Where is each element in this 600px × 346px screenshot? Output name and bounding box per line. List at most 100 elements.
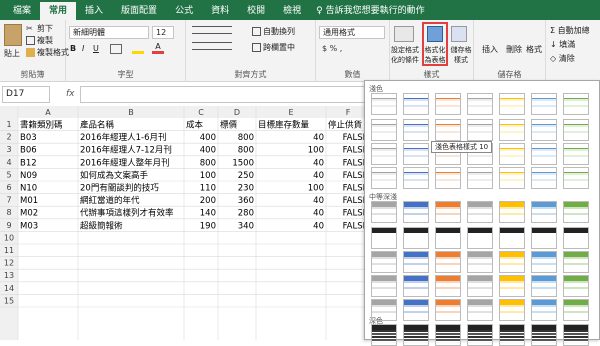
data-cell[interactable]: 250 bbox=[238, 171, 254, 181]
table-style-medium[interactable] bbox=[563, 299, 589, 321]
italic-button[interactable]: I bbox=[82, 44, 84, 53]
tell-me-search[interactable]: ♀ 告訴我您想要執行的動作 bbox=[316, 2, 424, 20]
tab-7[interactable]: 檢視 bbox=[274, 2, 310, 20]
fill-button[interactable]: ↓ 填滿 bbox=[550, 39, 575, 50]
data-cell[interactable]: 100 bbox=[308, 146, 324, 156]
table-style-dark[interactable] bbox=[435, 324, 461, 346]
header-cell[interactable]: 標價 bbox=[220, 120, 238, 131]
row-header-9[interactable]: 9 bbox=[6, 221, 11, 230]
table-style-medium[interactable] bbox=[403, 251, 429, 273]
table-style-medium[interactable] bbox=[499, 201, 525, 223]
table-style-light[interactable] bbox=[403, 143, 429, 165]
tab-3[interactable]: 版面配置 bbox=[112, 2, 166, 20]
table-style-light[interactable] bbox=[563, 93, 589, 115]
tab-5[interactable]: 資料 bbox=[202, 2, 238, 20]
table-style-medium[interactable] bbox=[403, 227, 429, 249]
currency-icon[interactable]: $ % , bbox=[322, 44, 342, 53]
underline-button[interactable]: U bbox=[93, 44, 99, 53]
data-cell[interactable]: 超級簡報術 bbox=[80, 220, 123, 231]
conditional-format-button[interactable]: 設定格式化的條件 bbox=[390, 45, 420, 65]
number-format-dropdown[interactable]: 通用格式 bbox=[319, 26, 385, 39]
column-header-C[interactable]: C bbox=[198, 108, 204, 117]
table-style-medium[interactable] bbox=[531, 251, 557, 273]
table-style-medium[interactable] bbox=[435, 201, 461, 223]
table-style-medium[interactable] bbox=[403, 201, 429, 223]
row-header-5[interactable]: 5 bbox=[6, 170, 11, 179]
bold-button[interactable]: B bbox=[70, 44, 76, 53]
data-cell[interactable]: 2016年經理人整年月刊 bbox=[80, 157, 170, 168]
table-style-light[interactable] bbox=[467, 119, 493, 141]
table-style-medium[interactable] bbox=[531, 201, 557, 223]
table-style-medium[interactable] bbox=[499, 227, 525, 249]
table-style-dark[interactable] bbox=[531, 324, 557, 346]
tab-2[interactable]: 插入 bbox=[76, 2, 112, 20]
column-header-A[interactable]: A bbox=[45, 108, 51, 117]
table-style-medium[interactable] bbox=[403, 275, 429, 297]
data-cell[interactable]: 200 bbox=[200, 196, 216, 206]
data-cell[interactable]: 400 bbox=[200, 133, 216, 143]
table-style-medium[interactable] bbox=[371, 201, 397, 223]
table-style-medium[interactable] bbox=[467, 251, 493, 273]
data-cell[interactable]: M02 bbox=[20, 209, 38, 219]
table-style-light[interactable] bbox=[499, 93, 525, 115]
table-style-dark[interactable] bbox=[467, 324, 493, 346]
row-header-14[interactable]: 14 bbox=[4, 284, 14, 293]
table-style-light[interactable] bbox=[403, 93, 429, 115]
tab-0[interactable]: 檔案 bbox=[4, 2, 40, 20]
table-style-medium[interactable] bbox=[499, 275, 525, 297]
table-style-medium[interactable] bbox=[531, 275, 557, 297]
row-header-11[interactable]: 11 bbox=[4, 246, 14, 255]
data-cell[interactable]: 1500 bbox=[232, 158, 254, 168]
font-size-dropdown[interactable]: 12 bbox=[152, 26, 174, 39]
row-header-15[interactable]: 15 bbox=[4, 296, 14, 305]
data-cell[interactable]: 40 bbox=[313, 158, 324, 168]
insert-button[interactable]: 插入 bbox=[482, 44, 498, 55]
fill-color-icon[interactable] bbox=[132, 44, 144, 54]
data-cell[interactable]: 如何成為文案高手 bbox=[80, 170, 149, 181]
data-cell[interactable]: 40 bbox=[313, 133, 324, 143]
cut-button[interactable]: ✂ 剪下 bbox=[26, 23, 53, 34]
font-name-dropdown[interactable]: 新細明體 bbox=[69, 26, 149, 39]
row-header-13[interactable]: 13 bbox=[4, 271, 14, 280]
copy-button[interactable]: 複製 bbox=[26, 35, 53, 46]
conditional-format-icon[interactable] bbox=[394, 26, 414, 42]
function-icon[interactable]: fx bbox=[66, 89, 75, 99]
data-cell[interactable]: 230 bbox=[238, 184, 254, 194]
column-header-E[interactable]: E bbox=[288, 108, 293, 117]
table-style-light[interactable] bbox=[499, 143, 525, 165]
table-style-medium[interactable] bbox=[563, 201, 589, 223]
table-style-medium[interactable] bbox=[371, 227, 397, 249]
table-style-medium[interactable] bbox=[531, 299, 557, 321]
data-cell[interactable]: 280 bbox=[238, 209, 254, 219]
row-header-2[interactable]: 2 bbox=[6, 133, 11, 142]
column-header-F[interactable]: F bbox=[346, 108, 351, 117]
row-header-10[interactable]: 10 bbox=[4, 233, 14, 242]
data-cell[interactable]: 110 bbox=[200, 184, 216, 194]
data-cell[interactable]: 20門有關談判的技巧 bbox=[80, 183, 159, 194]
data-cell[interactable]: M03 bbox=[20, 221, 38, 231]
table-style-light[interactable] bbox=[531, 93, 557, 115]
border-icon[interactable] bbox=[110, 44, 122, 54]
format-button[interactable]: 格式 bbox=[526, 44, 542, 55]
data-cell[interactable]: 400 bbox=[200, 146, 216, 156]
table-style-medium[interactable] bbox=[371, 275, 397, 297]
paste-button[interactable]: 貼上 bbox=[4, 48, 20, 59]
table-style-medium[interactable] bbox=[435, 299, 461, 321]
formula-input[interactable] bbox=[80, 86, 380, 103]
data-cell[interactable]: N09 bbox=[20, 171, 37, 181]
table-style-light[interactable] bbox=[371, 143, 397, 165]
header-cell[interactable]: 成本 bbox=[186, 120, 204, 131]
header-cell[interactable]: 書籍類別碼 bbox=[20, 120, 63, 131]
data-cell[interactable]: 800 bbox=[238, 146, 254, 156]
data-cell[interactable]: 340 bbox=[238, 221, 254, 231]
table-style-light[interactable] bbox=[563, 167, 589, 189]
table-style-dark[interactable] bbox=[403, 324, 429, 346]
table-style-light[interactable] bbox=[467, 93, 493, 115]
delete-button[interactable]: 刪除 bbox=[506, 44, 522, 55]
table-style-medium[interactable] bbox=[563, 275, 589, 297]
data-cell[interactable]: N10 bbox=[20, 184, 37, 194]
table-style-light[interactable] bbox=[563, 119, 589, 141]
table-style-medium[interactable] bbox=[499, 299, 525, 321]
table-style-gallery[interactable]: 淺色 中等深淺 深色 淺色表格樣式 10 bbox=[364, 80, 600, 346]
table-style-light[interactable] bbox=[467, 167, 493, 189]
